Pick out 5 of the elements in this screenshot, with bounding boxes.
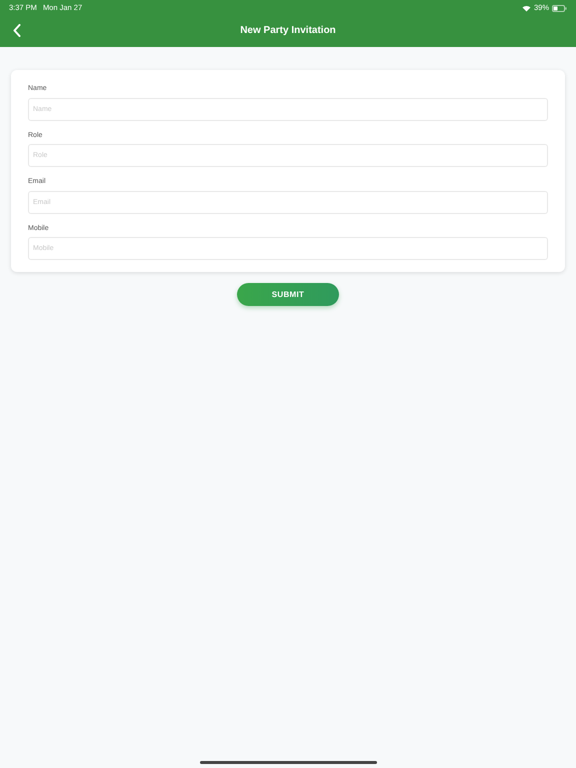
battery-icon (552, 4, 567, 12)
back-icon[interactable] (13, 24, 21, 37)
wifi-icon (522, 4, 531, 12)
submit-button[interactable]: SUBMIT (237, 283, 339, 306)
screen-title: New Party Invitation (240, 24, 336, 38)
